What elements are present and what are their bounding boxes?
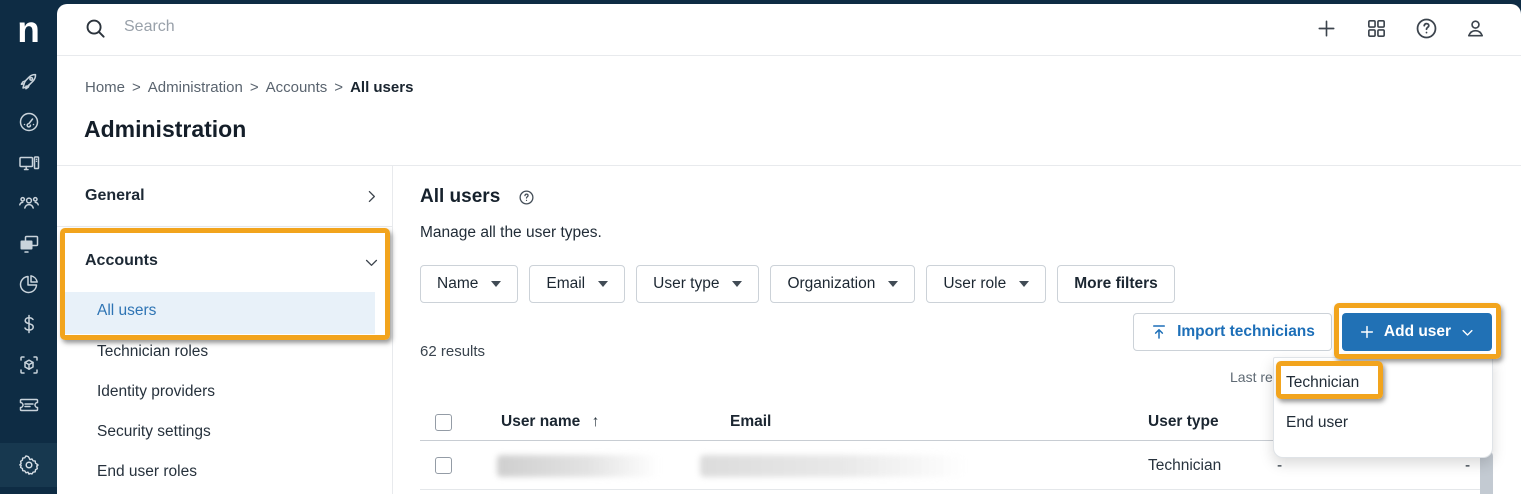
search-icon (84, 17, 107, 45)
rocket-icon[interactable] (0, 70, 57, 94)
select-all-checkbox[interactable] (435, 414, 452, 431)
nav-all-users-label: All users (97, 302, 156, 320)
section-title: All users (420, 186, 500, 208)
add-user-button[interactable]: Add user (1342, 313, 1492, 351)
redacted-user-name (497, 455, 659, 477)
nav-divider (57, 226, 392, 227)
dashboard-gauge-icon[interactable] (0, 110, 57, 134)
chevron-right-icon (363, 188, 380, 210)
nav-section-accounts[interactable]: Accounts (85, 252, 158, 270)
sidebar-item-end-user-roles[interactable]: End user roles (97, 463, 197, 481)
apps-grid-icon[interactable] (1365, 17, 1388, 45)
column-header-user-type[interactable]: User type (1148, 413, 1219, 431)
sort-asc-icon: ↑ (592, 413, 600, 430)
table-row-divider (420, 489, 1493, 490)
plus-icon (1359, 324, 1375, 340)
menu-item-end-user[interactable]: End user (1274, 403, 1492, 443)
header-divider (57, 165, 1521, 166)
menu-item-technician[interactable]: Technician (1274, 363, 1492, 403)
redacted-email (700, 455, 965, 477)
ticketing-icon[interactable] (0, 393, 57, 417)
cell-user-type: Technician (1148, 457, 1221, 475)
logo-text: n (17, 8, 40, 52)
more-filters-button[interactable]: More filters (1057, 265, 1175, 303)
sidebar-item-security-settings[interactable]: Security settings (97, 423, 211, 441)
caret-down-icon (1019, 281, 1029, 287)
filter-organization[interactable]: Organization (770, 265, 915, 303)
breadcrumb-home[interactable]: Home (85, 79, 125, 96)
column-header-email[interactable]: Email (730, 413, 771, 431)
filter-bar: Name Email User type Organization User r… (420, 265, 1175, 303)
last-refresh-text: Last re (1230, 369, 1273, 385)
plus-icon[interactable] (1315, 17, 1338, 45)
filter-user-role[interactable]: User role (926, 265, 1046, 303)
results-count: 62 results (420, 343, 485, 360)
import-technicians-button[interactable]: Import technicians (1133, 313, 1332, 351)
chevron-down-icon (1460, 325, 1475, 340)
filter-name[interactable]: Name (420, 265, 518, 303)
billing-dollar-icon[interactable] (0, 312, 57, 336)
page-title: Administration (84, 116, 246, 143)
breadcrumb-accounts[interactable]: Accounts (266, 79, 328, 96)
breadcrumb-administration[interactable]: Administration (148, 79, 243, 96)
section-subtitle: Manage all the user types. (420, 224, 602, 242)
sidebar: n (0, 0, 57, 494)
upload-icon (1150, 323, 1168, 341)
reports-pie-icon[interactable] (0, 272, 57, 296)
caret-down-icon (598, 281, 608, 287)
caret-down-icon (888, 281, 898, 287)
section-help-icon[interactable] (518, 189, 535, 211)
caret-down-icon (732, 281, 742, 287)
account-icon[interactable] (1464, 17, 1487, 45)
app-root: n (0, 0, 1521, 494)
chevron-down-icon (363, 254, 380, 276)
ninjaone-logo[interactable]: n (0, 8, 57, 52)
panel-divider (392, 166, 393, 494)
add-user-dropdown: Technician End user (1273, 357, 1493, 458)
filter-user-type[interactable]: User type (636, 265, 759, 303)
topbar-divider (57, 55, 1521, 56)
filter-email[interactable]: Email (529, 265, 625, 303)
search-placeholder: Search (124, 18, 175, 35)
breadcrumb-current: All users (350, 79, 413, 96)
cell-dash-2: - (1465, 457, 1470, 475)
organizations-icon[interactable] (0, 191, 57, 215)
caret-down-icon (491, 281, 501, 287)
software-cube-icon[interactable] (0, 353, 57, 377)
help-icon[interactable] (1414, 16, 1439, 46)
remote-windows-icon[interactable] (0, 231, 57, 255)
devices-icon[interactable] (0, 151, 57, 175)
sidebar-item-administration[interactable] (0, 443, 57, 487)
sidebar-item-identity-providers[interactable]: Identity providers (97, 383, 215, 401)
row-checkbox[interactable] (435, 457, 452, 474)
nav-section-general[interactable]: General (85, 187, 145, 205)
search-input[interactable]: Search (124, 18, 175, 36)
sidebar-item-technician-roles[interactable]: Technician roles (97, 343, 208, 361)
cell-dash-1: - (1277, 457, 1282, 475)
settings-gear-icon (17, 453, 41, 477)
breadcrumb: Home>Administration>Accounts>All users (85, 79, 413, 96)
column-header-user-name[interactable]: User name ↑ (501, 413, 599, 431)
